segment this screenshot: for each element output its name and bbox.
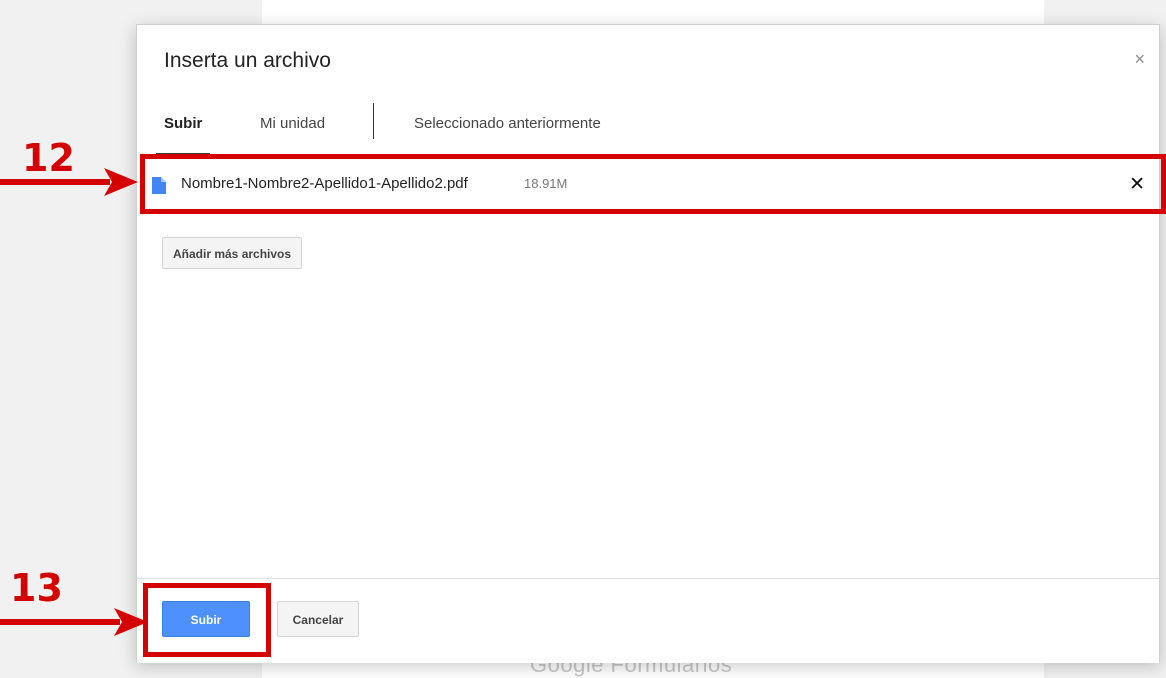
arrow-right-icon bbox=[0, 608, 148, 636]
tab-bar: Subir Mi unidad Seleccionado anteriormen… bbox=[137, 103, 1159, 156]
dialog-footer: Subir Cancelar bbox=[137, 578, 1159, 663]
add-more-files-button[interactable]: Añadir más archivos bbox=[162, 237, 303, 269]
insert-file-dialog: Inserta un archivo × Subir Mi unidad Sel… bbox=[136, 24, 1160, 663]
tab-mi-unidad[interactable]: Mi unidad bbox=[260, 115, 325, 132]
close-icon[interactable]: × bbox=[1134, 49, 1145, 69]
file-name: Nombre1-Nombre2-Apellido1-Apellido2.pdf bbox=[181, 175, 468, 192]
file-list-item: Nombre1-Nombre2-Apellido1-Apellido2.pdf … bbox=[137, 156, 1159, 216]
dialog-title: Inserta un archivo bbox=[164, 49, 331, 72]
tab-seleccionado-anteriormente[interactable]: Seleccionado anteriormente bbox=[414, 115, 601, 132]
arrow-right-icon bbox=[0, 168, 138, 196]
file-size: 18.91M bbox=[524, 176, 568, 191]
document-icon bbox=[152, 177, 166, 194]
cancel-button[interactable]: Cancelar bbox=[277, 601, 359, 637]
tab-subir[interactable]: Subir bbox=[164, 115, 202, 132]
tab-divider bbox=[373, 103, 374, 139]
upload-button[interactable]: Subir bbox=[162, 601, 250, 637]
remove-file-icon[interactable]: ✕ bbox=[1129, 173, 1145, 196]
